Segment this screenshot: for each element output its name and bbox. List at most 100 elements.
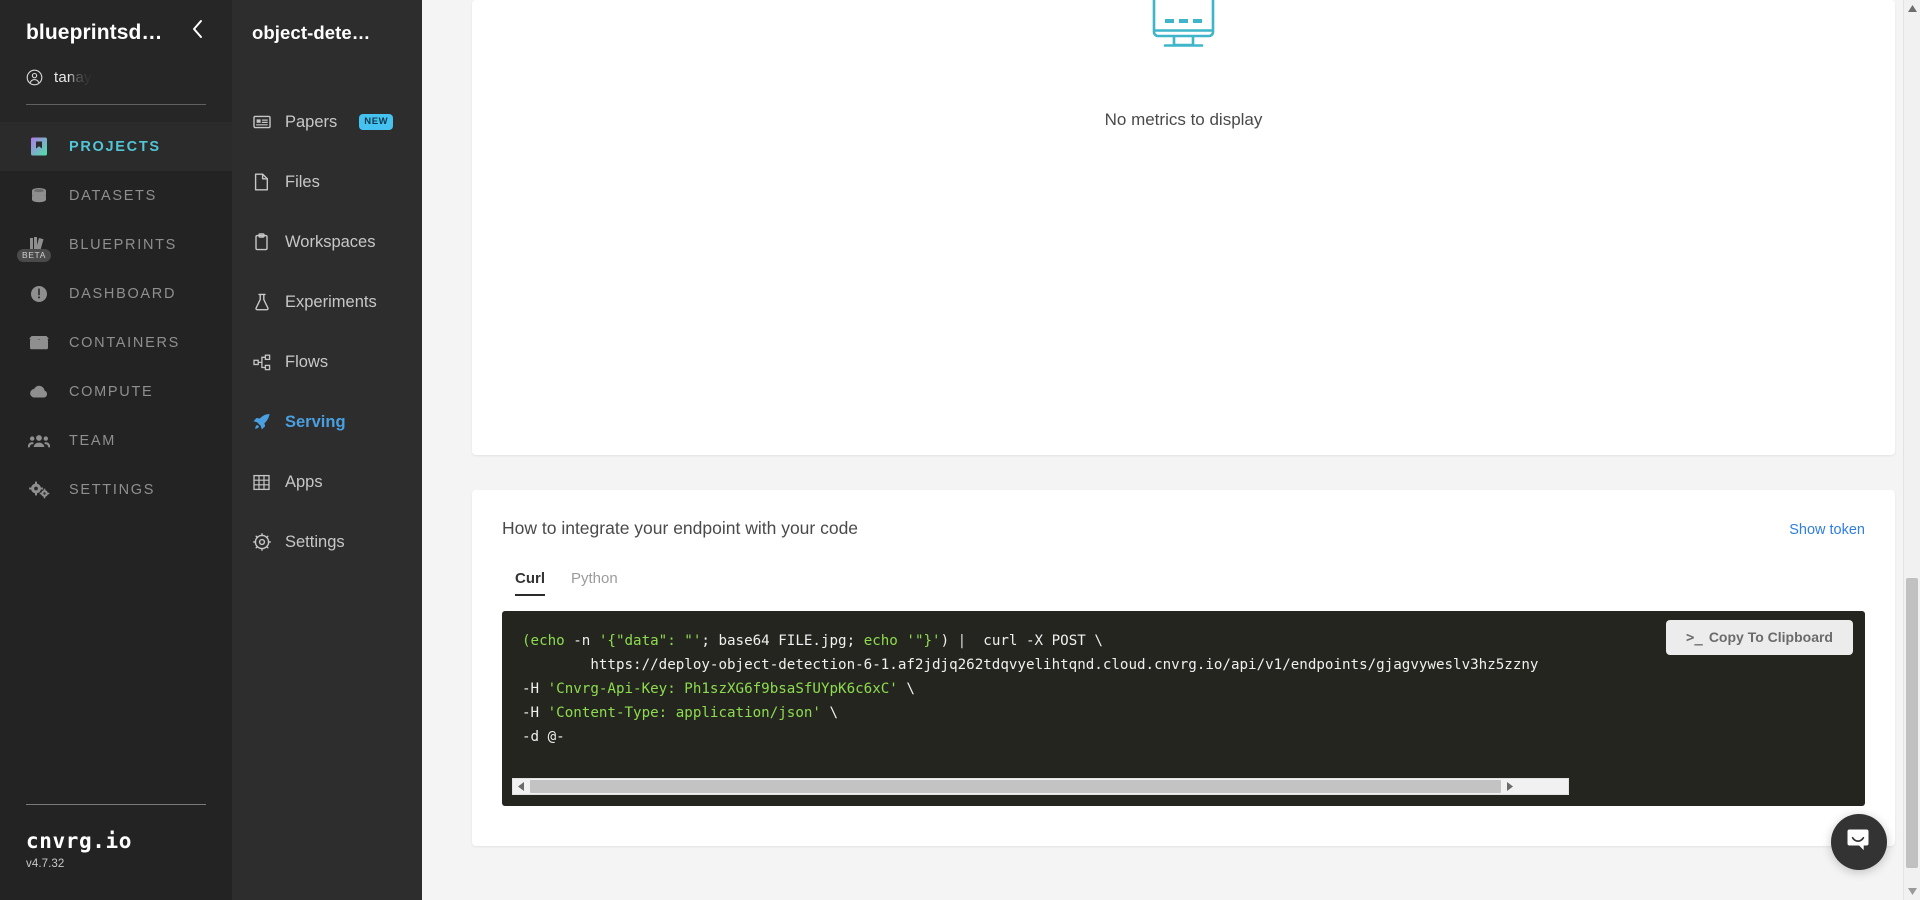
project-nav-item-papers[interactable]: Papers NEW <box>232 92 422 152</box>
sidebar-item-projects[interactable]: PROJECTS <box>0 122 232 171</box>
sidebar-brand: cnvrg.io v4.7.32 <box>0 804 232 900</box>
integrate-card: How to integrate your endpoint with your… <box>472 490 1895 846</box>
project-nav-item-label: Flows <box>285 352 329 371</box>
flow-icon <box>252 353 271 372</box>
sidebar-item-containers[interactable]: CONTAINERS <box>0 318 232 367</box>
code-token-content-type: 'Content-Type: application/json' <box>547 705 821 721</box>
user-avatar-icon <box>26 69 43 86</box>
gear-icon <box>252 533 271 552</box>
code-token-paren: ) <box>940 633 950 649</box>
team-icon <box>27 429 50 452</box>
project-nav-item-experiments[interactable]: Experiments <box>232 272 422 332</box>
clipboard-icon <box>252 233 271 252</box>
project-title: object-dete… <box>252 22 371 43</box>
caret-left-icon[interactable] <box>513 779 529 794</box>
sidebar-item-label: DASHBOARD <box>69 285 177 302</box>
code-token-api-key: 'Cnvrg-Api-Key: Ph1szXG6f9bsaSfUYpK6c6xC… <box>547 681 898 697</box>
caret-down-icon[interactable] <box>1904 883 1920 900</box>
sidebar-item-team[interactable]: TEAM <box>0 416 232 465</box>
code-horizontal-scrollbar[interactable] <box>512 778 1569 795</box>
project-nav-item-label: Apps <box>285 472 323 491</box>
code-scroll-area[interactable]: (echo -n '{"data": "'; base64 FILE.jpg; … <box>512 624 1855 764</box>
project-nav-item-label: Files <box>285 172 320 191</box>
copy-button-label: Copy To Clipboard <box>1708 629 1833 645</box>
code-token-echo2: echo <box>863 633 898 649</box>
sidebar-item-dashboard[interactable]: DASHBOARD <box>0 269 232 318</box>
project-nav-item-apps[interactable]: Apps <box>232 452 422 512</box>
vertical-scroll-thumb[interactable] <box>1906 578 1918 868</box>
integrate-title: How to integrate your endpoint with your… <box>502 518 859 538</box>
new-badge: NEW <box>359 114 394 130</box>
code-token-echo: (echo <box>522 633 565 649</box>
copy-to-clipboard-button[interactable]: >_ Copy To Clipboard <box>1665 620 1853 655</box>
rocket-icon <box>252 413 271 432</box>
sidebar-item-label: SETTINGS <box>69 481 156 498</box>
project-nav-item-files[interactable]: Files <box>232 152 422 212</box>
sidebar-item-datasets[interactable]: DATASETS <box>0 171 232 220</box>
code-token-curl: curl -X POST \ <box>966 633 1103 649</box>
project-nav-item-label: Experiments <box>285 292 377 311</box>
code-token-continuation-1: \ <box>897 681 915 697</box>
code-token-base64: ; base64 FILE.jpg; <box>701 633 864 649</box>
intercom-chat-icon <box>1845 826 1873 859</box>
terminal-prompt-icon: >_ <box>1685 630 1703 646</box>
sidebar-item-blueprints[interactable]: BETA BLUEPRINTS <box>0 220 232 269</box>
code-text: (echo -n '{"data": "'; base64 FILE.jpg; … <box>512 624 1855 749</box>
tab-python[interactable]: Python <box>571 570 618 596</box>
org-header: blueprintsd… tanay. <box>0 0 232 122</box>
project-nav-item-serving[interactable]: Serving <box>232 392 422 452</box>
datasets-icon <box>27 184 50 207</box>
code-token-h-flag-1: -H <box>522 681 548 697</box>
app-root: blueprintsd… tanay. PROJECTS DATASETS BE… <box>0 0 1920 900</box>
dashboard-icon <box>27 282 50 305</box>
code-block: (echo -n '{"data": "'; base64 FILE.jpg; … <box>502 611 1865 806</box>
project-nav-item-label: Serving <box>285 412 346 431</box>
code-token-data-string: '{"data": "' <box>598 633 702 649</box>
sidebar-item-label: TEAM <box>69 432 117 449</box>
project-nav-item-flows[interactable]: Flows <box>232 332 422 392</box>
metrics-empty-text: No metrics to display <box>1104 110 1263 129</box>
tab-curl[interactable]: Curl <box>515 570 545 596</box>
beta-badge: BETA <box>17 249 51 262</box>
primary-sidebar: blueprintsd… tanay. PROJECTS DATASETS BE… <box>0 0 232 900</box>
project-nav-item-settings[interactable]: Settings <box>232 512 422 572</box>
file-icon <box>252 173 271 192</box>
brand-divider <box>26 804 206 805</box>
intercom-chat-launcher[interactable] <box>1831 814 1887 870</box>
caret-right-icon[interactable] <box>1501 779 1518 794</box>
code-token-n-flag: -n <box>564 633 599 649</box>
sidebar-item-settings[interactable]: SETTINGS <box>0 465 232 514</box>
project-nav-item-workspaces[interactable]: Workspaces <box>232 212 422 272</box>
code-token-h-flag-2: -H <box>522 705 548 721</box>
code-token-endpoint-url: https://deploy-object-detection-6-1.af2j… <box>522 657 1539 673</box>
chevron-left-icon[interactable] <box>180 18 206 47</box>
settings-gears-icon <box>27 478 50 501</box>
show-token-link[interactable]: Show token <box>1789 522 1865 538</box>
projects-icon <box>27 135 50 158</box>
page-vertical-scrollbar[interactable] <box>1903 0 1920 900</box>
grid-icon <box>252 473 271 492</box>
papers-icon <box>252 113 271 132</box>
code-token-pipe: | <box>949 633 967 649</box>
main-content: No metrics to display How to integrate y… <box>422 0 1920 900</box>
metrics-card: No metrics to display <box>472 0 1895 455</box>
sidebar-item-label: COMPUTE <box>69 383 154 400</box>
project-nav-item-label: Workspaces <box>285 232 376 251</box>
sidebar-item-compute[interactable]: COMPUTE <box>0 367 232 416</box>
current-user[interactable]: tanay. <box>26 69 206 86</box>
caret-up-icon[interactable] <box>1904 0 1920 17</box>
sidebar-item-label: CONTAINERS <box>69 334 180 351</box>
containers-icon <box>27 331 50 354</box>
project-sidebar: object-dete… Papers NEW Files Workspaces… <box>232 0 422 900</box>
sidebar-item-label: BLUEPRINTS <box>69 236 178 253</box>
current-user-name: tanay. <box>54 69 95 86</box>
code-token-continuation-2: \ <box>820 705 839 721</box>
code-token-data-flag: -d @- <box>522 729 565 745</box>
code-token-close-string: '"}' <box>897 633 941 649</box>
brand-name: cnvrg.io <box>26 829 132 853</box>
organization-name: blueprintsd… <box>26 20 163 44</box>
primary-nav-list: PROJECTS DATASETS BETA BLUEPRINTS DASHBO… <box>0 122 232 514</box>
horizontal-scroll-thumb[interactable] <box>530 780 1501 793</box>
flask-icon <box>252 293 271 312</box>
